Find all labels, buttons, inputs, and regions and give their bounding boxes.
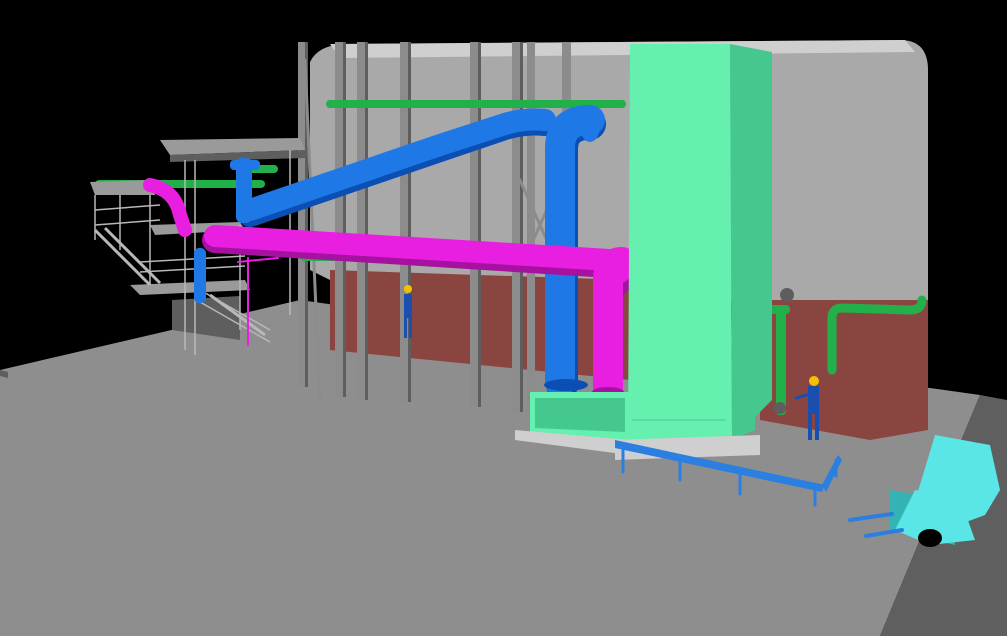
plant-3d-scene: [0, 0, 1007, 636]
